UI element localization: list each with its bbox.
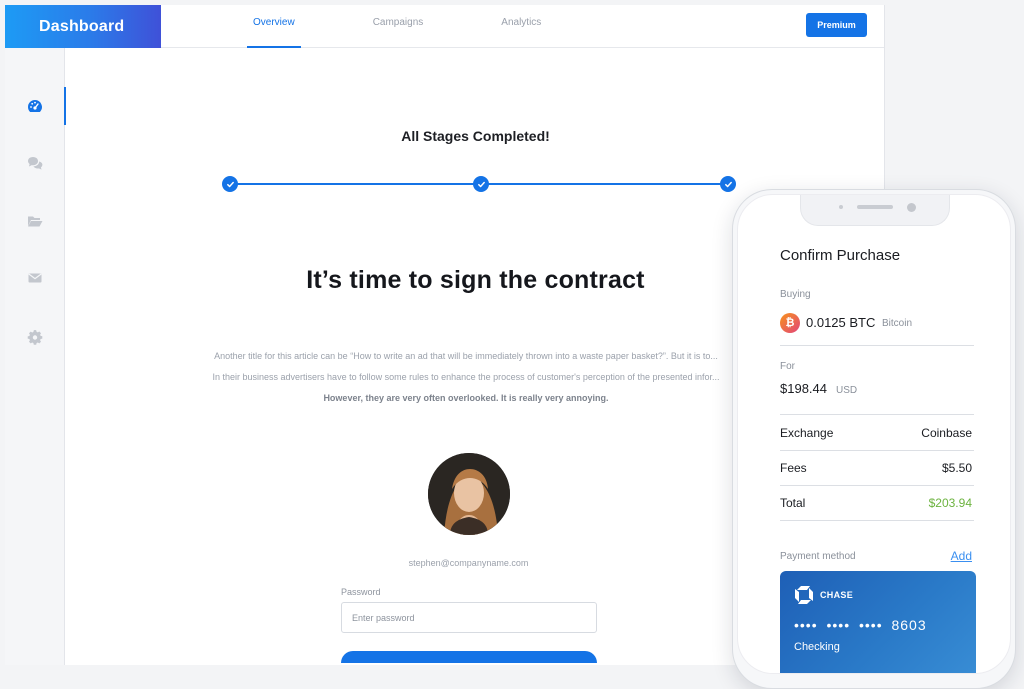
bitcoin-icon: ₿ [780, 313, 800, 333]
stages-completed-title: All Stages Completed! [401, 128, 550, 144]
avatar [428, 453, 510, 535]
tab-overview[interactable]: Overview [245, 5, 303, 48]
tab-analytics[interactable]: Analytics [493, 5, 549, 48]
step-2-check-icon [473, 176, 489, 192]
fees-value: $5.50 [941, 461, 972, 475]
sidebar-item-files[interactable] [5, 202, 65, 240]
phone-mockup: Confirm Purchase Buying ₿ 0.0125 BTC Bit… [732, 189, 1016, 689]
password-field[interactable] [341, 602, 597, 633]
for-label: For [780, 361, 795, 372]
top-bar: Dashboard Overview Campaigns Analytics P… [5, 5, 884, 48]
chat-bubbles-icon [28, 157, 43, 170]
sidebar-item-settings[interactable] [5, 318, 65, 356]
stage-progress [222, 176, 736, 192]
article-paragraph: Another title for this article can be “H… [186, 346, 746, 409]
gear-icon [27, 330, 43, 345]
front-camera [907, 203, 916, 212]
add-payment-link[interactable]: Add [951, 549, 972, 563]
envelope-icon [28, 273, 42, 283]
phone-notch [800, 195, 950, 226]
account-type: Checking [794, 641, 840, 653]
exchange-value: Coinbase [921, 426, 972, 440]
total-value: $203.94 [928, 496, 972, 510]
premium-button[interactable]: Premium [806, 13, 867, 37]
paragraph-line-2: In their business advertisers have to fo… [212, 372, 720, 382]
usd-amount: $198.44 [780, 381, 827, 396]
divider [780, 414, 974, 415]
brand-logo[interactable]: Dashboard [5, 5, 161, 48]
fees-label: Fees [780, 461, 807, 475]
btc-name: Bitcoin [882, 318, 913, 329]
divider [780, 520, 974, 521]
paragraph-line-3: However, they are very often overlooked.… [323, 393, 609, 403]
phone-screen: Confirm Purchase Buying ₿ 0.0125 BTC Bit… [737, 194, 1011, 674]
sidebar-item-mail[interactable] [5, 259, 65, 297]
folder-open-icon [28, 216, 43, 227]
password-label: Password [341, 587, 381, 597]
usd-currency: USD [836, 385, 858, 396]
chase-logo-icon [795, 586, 813, 604]
payment-card[interactable]: CHASE •••• •••• •••• 8603 Checking [780, 571, 976, 673]
speaker-grille [857, 205, 893, 209]
sidebar [5, 48, 66, 665]
btc-amount: 0.0125 BTC [806, 315, 876, 330]
confirm-purchase-title: Confirm Purchase [780, 247, 901, 264]
bank-name: CHASE [820, 590, 854, 600]
divider [780, 485, 974, 486]
user-photo [428, 453, 510, 535]
exchange-label: Exchange [780, 426, 834, 440]
card-number: •••• •••• •••• 8603 [794, 617, 927, 633]
nav-tabs: Overview Campaigns Analytics [245, 5, 611, 48]
step-1-check-icon [222, 176, 238, 192]
step-3-check-icon [720, 176, 736, 192]
divider [780, 345, 974, 346]
payment-method-label: Payment method [780, 551, 856, 562]
dashboard-gauge-icon [28, 100, 42, 112]
sensor-dot [839, 205, 843, 209]
divider [780, 450, 974, 451]
buying-label: Buying [780, 289, 811, 300]
paragraph-line-1: Another title for this article can be “H… [214, 351, 718, 361]
tab-campaigns[interactable]: Campaigns [365, 5, 432, 48]
sidebar-item-messages[interactable] [5, 144, 65, 182]
sign-contract-button[interactable] [341, 651, 597, 663]
total-label: Total [780, 496, 806, 510]
sidebar-item-dashboard[interactable] [5, 87, 66, 125]
